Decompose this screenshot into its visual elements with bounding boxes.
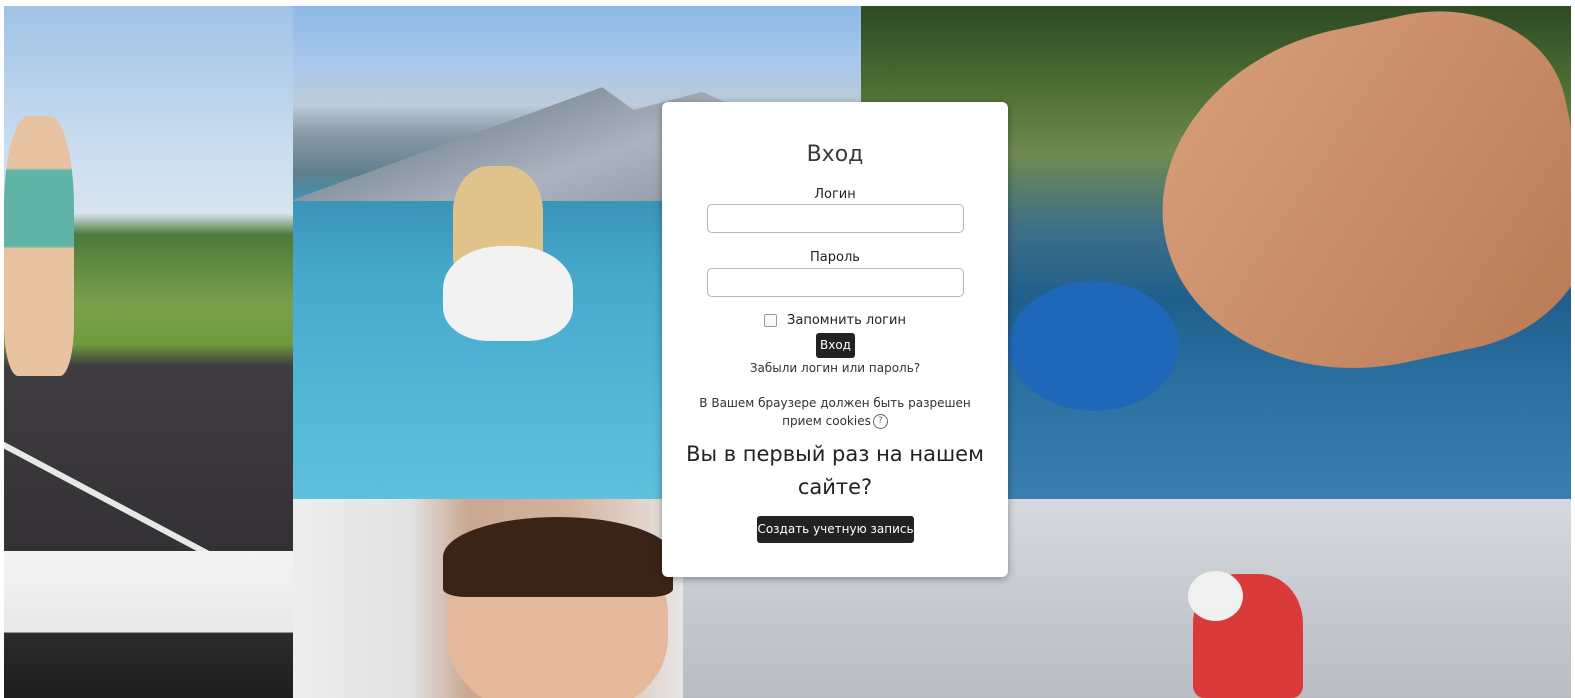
tennis-player-hair — [443, 517, 673, 597]
remember-row: Запомнить логин — [662, 313, 1008, 328]
login-page: Вход Логин Пароль Запомнить логин Вход З… — [0, 0, 1575, 698]
kayak-boat — [443, 246, 573, 341]
question-circle-icon[interactable]: ? — [872, 414, 888, 429]
runner-figure — [4, 116, 74, 376]
login-button[interactable]: Вход — [816, 333, 855, 358]
remember-label[interactable]: Запомнить логин — [787, 313, 906, 328]
cookies-note-text: В Вашем браузере должен быть разрешен пр… — [699, 396, 971, 428]
remember-checkbox[interactable] — [764, 314, 778, 327]
password-input[interactable] — [707, 268, 964, 297]
create-account-button[interactable]: Создать учетную запись — [757, 516, 914, 543]
login-card: Вход Логин Пароль Запомнить логин Вход З… — [662, 102, 1008, 577]
login-title: Вход — [806, 142, 864, 167]
background-photo-skater — [4, 551, 293, 698]
forgot-password-link[interactable]: Забыли логин или пароль? — [662, 361, 1008, 375]
signup-heading: Вы в первый раз на нашем сайте? — [686, 442, 984, 499]
swimmer-arm — [1130, 6, 1571, 406]
username-input[interactable] — [707, 204, 964, 233]
background-photo-runner — [4, 6, 293, 551]
skier-helmet — [1188, 571, 1243, 621]
swim-cap — [1009, 281, 1179, 411]
password-label: Пароль — [810, 250, 860, 265]
cookies-note: В Вашем браузере должен быть разрешен пр… — [687, 394, 983, 430]
background-photo-tennis — [293, 499, 683, 698]
username-label: Логин — [814, 187, 856, 202]
track-lane-line — [4, 431, 267, 551]
